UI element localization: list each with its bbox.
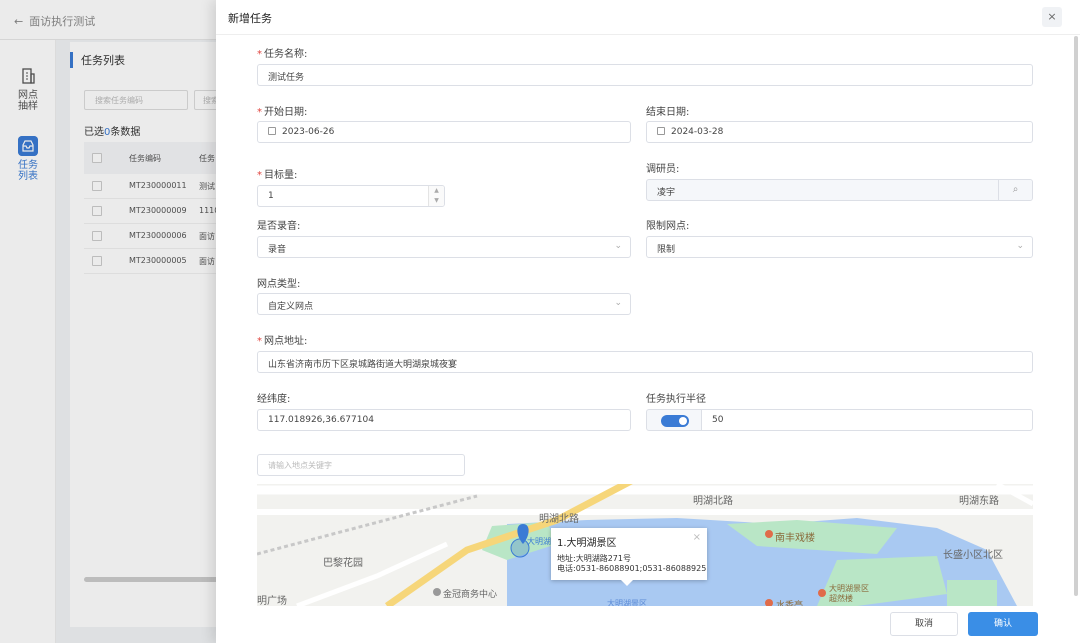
task-name-label: * 任务名称: — [257, 49, 308, 60]
map-label: 南丰戏楼 — [775, 533, 815, 544]
close-icon: × — [1047, 10, 1057, 23]
calendar-icon — [657, 127, 665, 135]
chevron-down-icon: ⌄ — [1016, 241, 1024, 251]
coords-input[interactable]: 117.018926,36.677104 — [257, 409, 631, 431]
outlet-address-label: * 网点地址: — [257, 336, 308, 347]
recording-select[interactable]: 录音 ⌄ — [257, 236, 631, 258]
map-label: 大明湖景区超然楼 — [829, 584, 869, 603]
task-name-input[interactable]: 测试任务 — [257, 64, 1033, 86]
recording-label: 是否录音: — [257, 221, 301, 232]
map-label: 金冠商务中心 — [443, 590, 498, 600]
drawer-title: 新增任务 — [228, 12, 272, 25]
drawer-scrollbar[interactable] — [1074, 36, 1078, 596]
start-date-label: * 开始日期: — [257, 107, 308, 118]
cancel-button[interactable]: 取消 — [890, 612, 958, 636]
map-label: 明湖北路 — [539, 514, 579, 525]
poi-popup[interactable]: 1.大明湖景区 × 地址:大明湖路271号 电话:0531-86088901;0… — [551, 528, 707, 586]
map-view[interactable]: 明湖北路 明湖北路 明湖东路 巴黎花园 南丰戏楼 长盛小区北区 金冠商务中心 水… — [257, 484, 1033, 606]
target-number-input[interactable]: 1 ▲ ▼ — [257, 185, 445, 207]
search-icon[interactable]: ⌕ — [998, 180, 1032, 200]
researcher-label: 调研员: — [646, 164, 680, 175]
map-label: 明湖东路 — [959, 496, 999, 507]
chevron-down-icon: ⌄ — [614, 298, 622, 308]
outlet-address-input[interactable]: 山东省济南市历下区泉城路街道大明湖泉城夜宴 — [257, 351, 1033, 373]
map-label: 水香亭 — [776, 601, 804, 606]
start-date-picker[interactable]: 2023-06-26 — [257, 121, 631, 143]
chevron-down-icon: ⌄ — [614, 241, 622, 251]
map-label: 大明湖 — [527, 537, 551, 546]
radius-toggle-wrap — [646, 409, 702, 431]
close-icon[interactable]: × — [693, 532, 701, 543]
map-label: 大明湖景区 — [607, 599, 647, 606]
calendar-icon — [268, 127, 276, 135]
map-label: 长盛小区北区 — [943, 550, 1003, 561]
map-label: 巴黎花园 — [323, 558, 363, 569]
radius-input[interactable]: 50 — [701, 409, 1033, 431]
restrict-outlet-label: 限制网点: — [646, 221, 690, 232]
poi-title: 1.大明湖景区 — [557, 538, 617, 549]
end-date-label: 结束日期: — [646, 107, 690, 118]
target-label: * 目标量: — [257, 170, 298, 181]
researcher-input[interactable]: 凌宇 ⌕ — [646, 179, 1033, 201]
map-label: 明广场 — [257, 596, 287, 606]
new-task-drawer: 新增任务 × * 任务名称: 测试任务 * 开始日期: 2023-06-26 结束日… — [216, 0, 1080, 643]
stepper-arrows-icon[interactable]: ▲ ▼ — [428, 186, 444, 206]
place-keyword-input[interactable]: 请输入地点关键字 — [257, 454, 465, 476]
poi-phone: 电话:0531-86088901;0531-86088925 — [557, 564, 707, 573]
confirm-button[interactable]: 确认 — [968, 612, 1038, 636]
radius-label: 任务执行半径 — [646, 394, 706, 405]
end-date-picker[interactable]: 2024-03-28 — [646, 121, 1033, 143]
coords-label: 经纬度: — [257, 394, 291, 405]
close-button[interactable]: × — [1042, 7, 1062, 27]
map-label: 明湖北路 — [693, 496, 733, 507]
restrict-outlet-select[interactable]: 限制 ⌄ — [646, 236, 1033, 258]
outlet-type-select[interactable]: 自定义网点 ⌄ — [257, 293, 631, 315]
outlet-type-label: 网点类型: — [257, 279, 301, 290]
divider — [216, 34, 1080, 35]
radius-toggle[interactable] — [661, 415, 689, 427]
